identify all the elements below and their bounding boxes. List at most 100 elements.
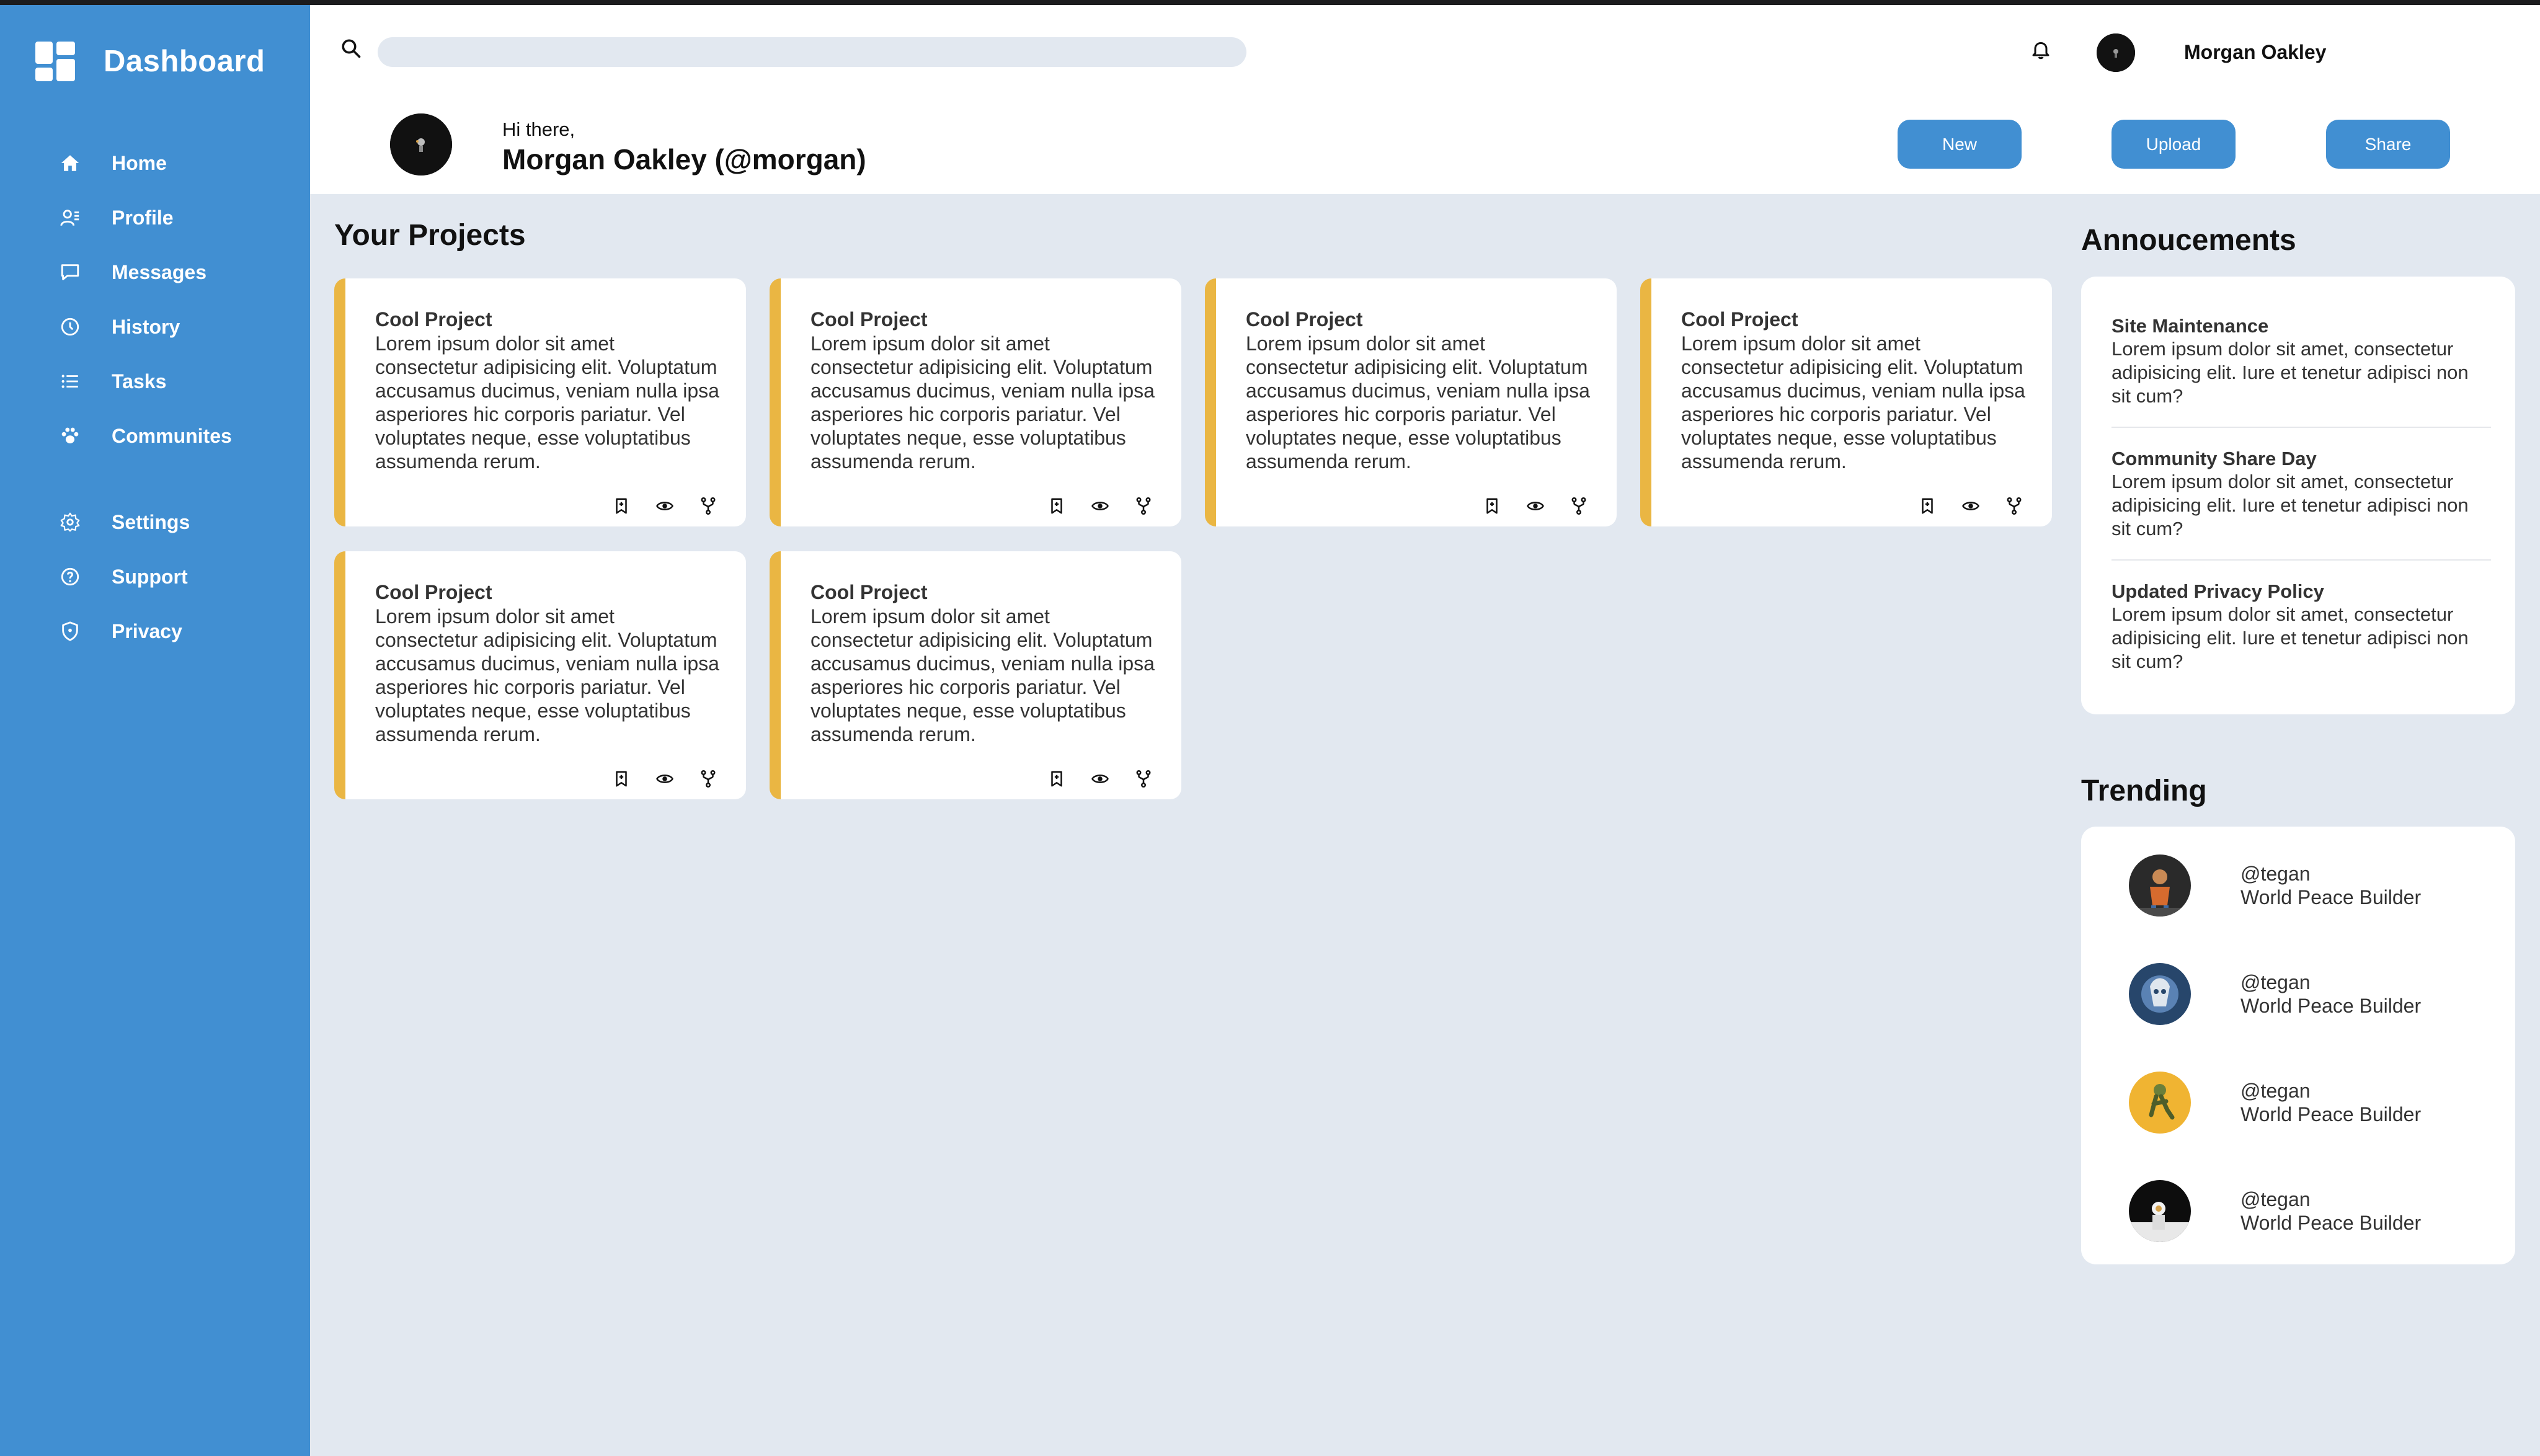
help-icon (61, 567, 79, 586)
project-card[interactable]: Cool Project Lorem ipsum dolor sit amet … (334, 551, 746, 799)
user-name[interactable]: Morgan Oakley (2184, 41, 2326, 64)
announcement-title: Updated Privacy Policy (2111, 580, 2324, 602)
project-title: Cool Project (810, 308, 928, 331)
projects-heading: Your Projects (334, 219, 526, 252)
announcement-item[interactable]: Community Share Day Lorem ipsum dolor si… (2111, 448, 2490, 541)
trending-handle: @tegan (2240, 1080, 2311, 1102)
bookmark-icon[interactable] (1047, 497, 1066, 515)
project-card[interactable]: Cool Project Lorem ipsum dolor sit amet … (1205, 278, 1617, 526)
project-card[interactable]: Cool Project Lorem ipsum dolor sit amet … (770, 278, 1181, 526)
project-card[interactable]: Cool Project Lorem ipsum dolor sit amet … (770, 551, 1181, 799)
eye-icon[interactable] (1091, 770, 1109, 788)
divider (2111, 427, 2491, 428)
announcement-item[interactable]: Updated Privacy Policy Lorem ipsum dolor… (2111, 580, 2490, 673)
sidebar: Dashboard Home Profile Messages History … (0, 5, 310, 1456)
fork-icon[interactable] (2005, 497, 2023, 515)
trending-handle: @tegan (2240, 863, 2311, 885)
sidebar-item-communites[interactable]: Communites (60, 417, 232, 455)
project-description: Lorem ipsum dolor sit amet consectetur a… (810, 332, 1155, 473)
bookmark-icon[interactable] (1918, 497, 1937, 515)
sidebar-item-label: Messages (112, 260, 206, 283)
fork-icon[interactable] (1134, 770, 1153, 788)
bookmark-icon[interactable] (1047, 770, 1066, 788)
announcements-heading: Annoucements (2081, 224, 2296, 257)
sidebar-item-settings[interactable]: Settings (60, 504, 190, 541)
eye-icon[interactable] (655, 497, 674, 515)
sidebar-item-privacy[interactable]: Privacy (60, 613, 182, 650)
project-description: Lorem ipsum dolor sit amet consectetur a… (810, 605, 1155, 745)
fork-icon[interactable] (1570, 497, 1588, 515)
avatar (2129, 855, 2191, 917)
avatar-image (2129, 855, 2191, 917)
avatar[interactable] (2097, 33, 2135, 72)
project-card[interactable]: Cool Project Lorem ipsum dolor sit amet … (1640, 278, 2052, 526)
announcement-body: Lorem ipsum dolor sit amet, consectetur … (2111, 603, 2469, 672)
trending-item[interactable]: @tegan World Peace Builder (2129, 1180, 2421, 1242)
fork-icon[interactable] (1134, 497, 1153, 515)
trending-heading: Trending (2081, 775, 2207, 807)
trending-item[interactable]: @tegan World Peace Builder (2129, 963, 2421, 1025)
trending-handle: @tegan (2240, 1188, 2311, 1210)
project-card[interactable]: Cool Project Lorem ipsum dolor sit amet … (334, 278, 746, 526)
trending-handle: @tegan (2240, 971, 2311, 993)
project-actions (1918, 497, 2048, 515)
sidebar-item-history[interactable]: History (60, 308, 180, 345)
bell-icon[interactable] (2030, 38, 2052, 61)
trending-text: @tegan World Peace Builder (2240, 1079, 2421, 1126)
search-icon[interactable] (340, 37, 362, 60)
search-input[interactable] (378, 37, 1246, 67)
trending-text: @tegan World Peace Builder (2240, 970, 2421, 1018)
avatar-image (2129, 1180, 2191, 1242)
app-title: Dashboard (104, 45, 265, 78)
eye-icon[interactable] (1961, 497, 1980, 515)
announcement-title: Community Share Day (2111, 448, 2317, 469)
list-icon (61, 375, 78, 388)
project-actions (612, 770, 742, 788)
topbar: Morgan Oakley Hi there, Morgan Oakley (@… (310, 5, 2540, 194)
project-actions (1047, 770, 1178, 788)
trending-item[interactable]: @tegan World Peace Builder (2129, 855, 2421, 917)
announcement-title: Site Maintenance (2111, 315, 2269, 337)
project-title: Cool Project (1681, 308, 1798, 331)
upload-button[interactable]: Upload (2111, 120, 2236, 169)
project-title: Cool Project (810, 581, 928, 603)
dashboard-icon (35, 42, 75, 81)
fork-icon[interactable] (699, 497, 717, 515)
new-button[interactable]: New (1898, 120, 2022, 169)
avatar (2129, 963, 2191, 1025)
eye-icon[interactable] (655, 770, 674, 788)
trending-text: @tegan World Peace Builder (2240, 1187, 2421, 1235)
avatar (2129, 1180, 2191, 1242)
bookmark-icon[interactable] (612, 770, 631, 788)
gear-icon (60, 512, 80, 532)
eye-icon[interactable] (1091, 497, 1109, 515)
trending-item[interactable]: @tegan World Peace Builder (2129, 1072, 2421, 1134)
bookmark-icon[interactable] (1483, 497, 1501, 515)
sidebar-item-label: Settings (112, 510, 190, 533)
trending-panel: @tegan World Peace Builder @tegan World … (2081, 827, 2515, 1264)
profile-icon (60, 210, 79, 226)
sidebar-item-profile[interactable]: Profile (60, 199, 174, 236)
announcement-body: Lorem ipsum dolor sit amet, consectetur … (2111, 338, 2469, 407)
avatar (2129, 1072, 2191, 1134)
avatar-image (2129, 963, 2191, 1025)
sidebar-item-label: History (112, 315, 180, 338)
sidebar-item-label: Support (112, 565, 188, 588)
sidebar-item-label: Tasks (112, 370, 167, 393)
bookmark-icon[interactable] (612, 497, 631, 515)
announcement-item[interactable]: Site Maintenance Lorem ipsum dolor sit a… (2111, 315, 2490, 408)
eye-icon[interactable] (1526, 497, 1545, 515)
share-button[interactable]: Share (2326, 120, 2450, 169)
sidebar-item-tasks[interactable]: Tasks (60, 363, 166, 400)
avatar-image (390, 113, 452, 175)
project-description: Lorem ipsum dolor sit amet consectetur a… (1681, 332, 2025, 473)
paw-icon (61, 427, 79, 444)
sidebar-item-messages[interactable]: Messages (60, 254, 206, 291)
project-title: Cool Project (375, 308, 492, 331)
sidebar-item-home[interactable]: Home (60, 144, 167, 182)
project-description: Lorem ipsum dolor sit amet consectetur a… (1246, 332, 1590, 473)
message-icon (61, 264, 79, 280)
sidebar-item-support[interactable]: Support (60, 558, 188, 595)
project-actions (1047, 497, 1178, 515)
fork-icon[interactable] (699, 770, 717, 788)
